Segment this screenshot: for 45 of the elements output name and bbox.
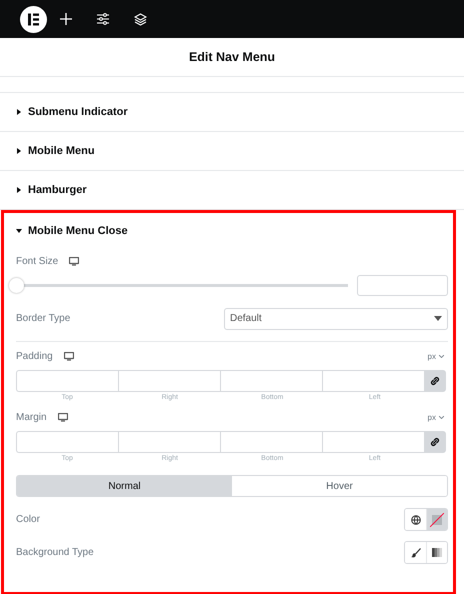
no-color-icon	[430, 512, 444, 526]
layers-icon[interactable]	[134, 12, 147, 26]
color-swatch-button[interactable]	[426, 509, 447, 530]
caret-icon	[439, 416, 444, 418]
add-icon[interactable]	[60, 13, 72, 25]
dimension-input-field[interactable]	[16, 431, 118, 453]
section-title[interactable]: Submenu Indicator	[28, 106, 128, 118]
desktop-icon[interactable]	[58, 412, 68, 422]
dimension-input-field[interactable]	[322, 370, 424, 392]
gradient-icon	[432, 548, 442, 557]
control-label: Margin	[16, 412, 47, 422]
control-label: Color	[16, 514, 40, 525]
state-tab[interactable]: Normal	[17, 476, 232, 496]
link-button[interactable]	[424, 431, 446, 453]
number-input-field[interactable]	[357, 274, 448, 296]
gradient-button[interactable]	[426, 542, 447, 563]
desktop-icon[interactable]	[69, 257, 80, 266]
dimension-input-field[interactable]	[220, 370, 322, 392]
dimension-input-field[interactable]	[16, 370, 118, 392]
link-button[interactable]	[424, 370, 446, 392]
section-title[interactable]: Mobile Menu	[28, 145, 95, 157]
control-label: Padding	[16, 350, 53, 362]
border-type-select[interactable]: Default	[224, 308, 448, 330]
dimension-input-field[interactable]	[118, 370, 220, 392]
section-title[interactable]: Hamburger	[28, 184, 87, 196]
unit-select[interactable]: px	[428, 412, 448, 422]
link-icon	[430, 376, 440, 386]
dimension-input-field[interactable]	[220, 431, 322, 453]
caret-icon	[434, 316, 442, 321]
panel-title: Edit Nav Menu	[188, 50, 276, 64]
desktop-icon[interactable]	[64, 352, 74, 360]
unit-select[interactable]: px	[428, 352, 448, 360]
section-title[interactable]: Mobile Menu Close	[28, 225, 128, 237]
sliders-icon[interactable]	[97, 13, 109, 25]
globe-icon	[410, 514, 420, 524]
control-label: Border Type	[16, 313, 70, 324]
slider-thumb[interactable]	[9, 278, 24, 292]
brush-icon	[410, 548, 420, 558]
control-label: Font Size	[16, 256, 58, 267]
dimension-input-field[interactable]	[118, 431, 220, 453]
caret-icon	[439, 354, 444, 358]
dimension-input-field[interactable]	[322, 431, 424, 453]
link-icon	[430, 437, 440, 447]
logo-icon[interactable]	[20, 6, 47, 32]
control-label: Background Type	[16, 547, 94, 558]
